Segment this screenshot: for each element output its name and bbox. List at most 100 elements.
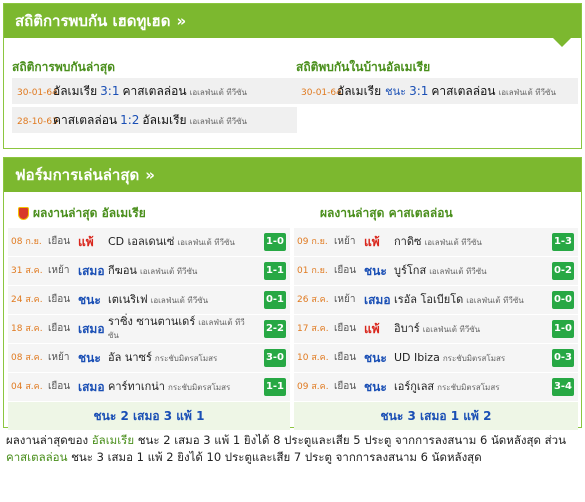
note-text-2: ชนะ 2 เสมอ 3 แพ้ 1 ยิงได้ 8 ประตูและเสีย… [134,433,566,447]
result-label: แพ้ [364,235,380,249]
note-text-1: ผลงานล่าสุดของ [6,433,92,447]
tv-channel: เอเลฟ่นเต้ ทีวีซัน [189,88,248,97]
h2h-recent-title: สถิติการพบกันล่าสุด [12,60,116,74]
form-row[interactable]: 18 ส.ค. เยือน เสมอ ราซิ่ง ซานตานเดร์ เอเลฟ่น… [8,315,290,343]
h2h-section: สถิติการพบกัน เฮดทูเฮด » สถิติการพบกันล่า… [3,3,582,149]
opponent-text: กาดิซ เอเลฟ่นเต้ ทีวีซัน [394,235,482,249]
form-left-summary: ชนะ 2 เสมอ 3 แพ้ 1 [8,402,290,430]
header-notch [553,38,571,47]
opponent-name[interactable]: ราซิ่ง ซานตานเดร์ [108,315,195,328]
match-date: 01 ก.ย. [297,266,328,276]
tv-channel: เอเลฟ่นเต้ ทีวีซัน [189,117,248,126]
match-score: 3:1 [409,84,429,98]
match-result: ชนะ [385,85,407,98]
opponent-name[interactable]: กีฆอน [108,264,137,277]
form-right-title: ผลงานล่าสุด คาสเตลล่อน [320,206,453,220]
opponent-cell: เตเนริเฟ เอเลฟ่นเต้ ทีวีซัน [108,286,250,314]
form-left-title: ผลงานล่าสุด อัลเมเรีย [33,206,146,220]
match-date: 08 ส.ค. [11,353,43,363]
opponent-text: อัล นาซร์ กระชับมิตรสโมสร [108,351,217,365]
opponent-text: คาร์ทาเกน่า กระชับมิตรสโมสร [108,380,231,394]
form-row[interactable]: 08 ก.ย. เยือน แพ้ CD เอลเดนเซ่ เอเลฟ่นเต้ ที… [8,228,290,256]
home-team[interactable]: อัลเมเรีย [337,84,381,98]
competition-name: เอเลฟ่นเต้ ทีวีซัน [424,237,482,247]
opponent-name[interactable]: กาดิซ [394,235,421,248]
form-row[interactable]: 04 ส.ค. เยือน เสมอ คาร์ทาเกน่า กระชับมิตรสโม… [8,373,290,401]
form-row[interactable]: 17 ส.ค. เยือน แพ้ อิบาร์ เอเลฟ่นเต้ ทีวีซัน 1… [294,315,578,343]
competition-name: กระชับมิตรสโมสร [168,382,231,392]
opponent-text: บูร์โกส เอเลฟ่นเต้ ทีวีซัน [394,264,487,278]
away-team[interactable]: คาสเตลล่อน [431,84,495,98]
h2h-row[interactable]: 28-10-63คาสเตลล่อน 1:2 อัลเมเรีย เอเลฟ่นเต้… [12,107,297,133]
away-team[interactable]: คาสเตลล่อน [122,84,186,98]
summary-note: ผลงานล่าสุดของ อัลเมเรีย ชนะ 2 เสมอ 3 แพ… [6,432,580,466]
almeria-crest-icon [18,207,29,220]
opponent-name[interactable]: เตเนริเฟ [108,293,148,306]
home-team[interactable]: คาสเตลล่อน [53,113,117,127]
match-score: 1:2 [120,113,140,127]
home-away-label: เยือน [334,323,357,334]
opponent-name[interactable]: UD Ibiza [394,351,440,364]
match-date: 08 ก.ย. [11,237,42,247]
home-away-label: เยือน [48,236,71,247]
form-section: ฟอร์มการเล่นล่าสุด » ผลงานล่าสุด อัลเมเรี… [3,157,582,430]
opponent-name[interactable]: คาร์ทาเกน่า [108,380,165,393]
opponent-name[interactable]: CD เอลเดนเซ่ [108,235,174,248]
match-score: 3:1 [100,84,120,98]
h2h-row[interactable]: 30-01-64อัลเมเรีย 3:1 คาสเตลล่อน เอเลฟ่นเต้… [12,78,297,104]
note-team-1[interactable]: อัลเมเรีย [92,433,134,447]
form-row[interactable]: 24 ส.ค. เยือน ชนะ เตเนริเฟ เอเลฟ่นเต้ ทีวีซั… [8,286,290,314]
score-badge: 0-1 [264,291,286,309]
score-badge: 0-2 [552,262,574,280]
home-away-label: เหย้า [48,265,70,276]
competition-name: เอเลฟ่นเต้ ทีวีซัน [466,295,524,305]
h2h-title: สถิติการพบกัน เฮดทูเฮด [15,12,171,30]
score-badge: 1-3 [552,233,574,251]
opponent-name[interactable]: บูร์โกส [394,264,426,277]
result-label: เสมอ [78,380,105,394]
match-date: 17 ส.ค. [297,324,329,334]
opponent-cell: คาร์ทาเกน่า กระชับมิตรสโมสร [108,373,250,401]
opponent-cell: กีฆอน เอเลฟ่นเต้ ทีวีซัน [108,257,250,285]
form-row[interactable]: 26 ส.ค. เหย้า เสมอ เรอัล โอเบียโด เอเลฟ่นเต้… [294,286,578,314]
result-label: ชนะ [78,293,101,307]
note-team-2[interactable]: คาสเตลล่อน [6,450,67,464]
opponent-name[interactable]: เรอัล โอเบียโด [394,293,463,306]
form-row[interactable]: 08 ส.ค. เหย้า ชนะ อัล นาซร์ กระชับมิตรสโมสร 3… [8,344,290,372]
match-date: 09 ก.ย. [297,237,328,247]
opponent-cell: บูร์โกส เอเลฟ่นเต้ ทีวีซัน [394,257,538,285]
form-row[interactable]: 09 ก.ย. เหย้า แพ้ กาดิซ เอเลฟ่นเต้ ทีวีซัน 1-… [294,228,578,256]
score-badge: 1-1 [264,262,286,280]
opponent-name[interactable]: เอร์กูเลส [394,380,434,393]
opponent-cell: เรอัล โอเบียโด เอเลฟ่นเต้ ทีวีซัน [394,286,538,314]
opponent-cell: เอร์กูเลส กระชับมิตรสโมสร [394,373,538,401]
result-label: ชนะ [364,264,387,278]
competition-name: เอเลฟ่นเต้ ทีวีซัน [139,266,198,276]
form-row[interactable]: 01 ก.ย. เยือน ชนะ บูร์โกส เอเลฟ่นเต้ ทีวีซัน… [294,257,578,285]
match-date: 28-10-63 [17,117,58,127]
tv-channel: เอเลฟ่นเต้ ทีวีซัน [498,88,556,97]
result-label: เสมอ [78,264,105,278]
away-team[interactable]: อัลเมเรีย [142,113,186,127]
form-row[interactable]: 31 ส.ค. เหย้า เสมอ กีฆอน เอเลฟ่นเต้ ทีวีซัน 1… [8,257,290,285]
opponent-text: เรอัล โอเบียโด เอเลฟ่นเต้ ทีวีซัน [394,293,524,307]
form-row[interactable]: 09 ส.ค. เยือน ชนะ เอร์กูเลส กระชับมิตรสโมสร 3… [294,373,578,401]
h2h-home-row[interactable]: 30-01-64อัลเมเรีย ชนะ 3:1 คาสเตลล่อน เอเลฟ่น… [296,78,578,104]
form-right-column: ผลงานล่าสุด คาสเตลล่อน 09 ก.ย. เหย้า แพ้ กา… [294,202,578,430]
opponent-name[interactable]: อัล นาซร์ [108,351,152,364]
score-badge: 3-4 [552,378,574,396]
opponent-text: อิบาร์ เอเลฟ่นเต้ ทีวีซัน [394,322,480,336]
match-date: 09 ส.ค. [297,382,329,392]
form-row[interactable]: 10 ส.ค. เยือน ชนะ UD Ibiza กระชับมิตรสโมสร 0-… [294,344,578,372]
home-team[interactable]: อัลเมเรีย [53,84,97,98]
match-date: 04 ส.ค. [11,382,43,392]
double-chevron-icon: » [145,166,155,184]
opponent-text: เอร์กูเลส กระชับมิตรสโมสร [394,380,500,394]
opponent-text: CD เอลเดนเซ่ เอเลฟ่นเต้ ทีวีซัน [108,235,235,249]
form-left-title-row: ผลงานล่าสุด อัลเมเรีย [8,202,290,224]
match-date: 18 ส.ค. [11,324,43,334]
score-badge: 3-0 [264,349,286,367]
match-date: 30-01-64 [301,88,342,98]
competition-name: เอเลฟ่นเต้ ทีวีซัน [150,295,209,305]
opponent-name[interactable]: อิบาร์ [394,322,420,335]
